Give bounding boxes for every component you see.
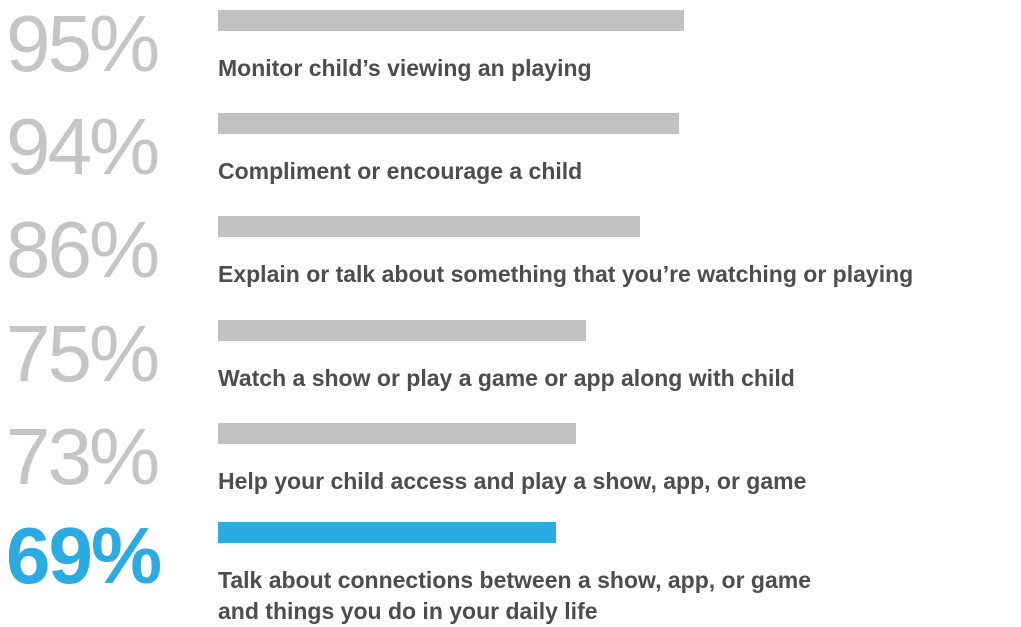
category-label: Watch a show or play a game or app along… xyxy=(218,365,795,391)
chart-row: 69% Talk about connections between a show… xyxy=(0,511,1021,625)
chart-row: 94% Compliment or encourage a child xyxy=(0,103,1021,203)
value-label: 94% xyxy=(6,102,160,191)
category-label: Talk about connections between a show, a… xyxy=(218,567,811,624)
value-label: 75% xyxy=(6,309,160,398)
value-label: 95% xyxy=(6,0,160,88)
bar xyxy=(218,113,679,134)
bar xyxy=(218,423,576,444)
chart-row: 86% Explain or talk about something that … xyxy=(0,206,1021,306)
chart-row: 75% Watch a show or play a game or app al… xyxy=(0,310,1021,410)
bar xyxy=(218,320,586,341)
category-label: Help your child access and play a show, … xyxy=(218,468,807,494)
bar xyxy=(218,216,640,237)
horizontal-bar-chart: 95% Monitor child’s viewing an playing 94%… xyxy=(0,0,1021,625)
bar xyxy=(218,10,684,31)
category-label: Compliment or encourage a child xyxy=(218,158,583,184)
category-label: Monitor child’s viewing an playing xyxy=(218,55,592,81)
chart-row: 95% Monitor child’s viewing an playing xyxy=(0,0,1021,100)
chart-row: 73% Help your child access and play a sho… xyxy=(0,413,1021,513)
category-label: Explain or talk about something that you… xyxy=(218,261,914,287)
value-label: 86% xyxy=(6,205,160,294)
value-label: 73% xyxy=(6,412,160,501)
bar xyxy=(218,522,556,543)
value-label: 69% xyxy=(6,511,162,600)
